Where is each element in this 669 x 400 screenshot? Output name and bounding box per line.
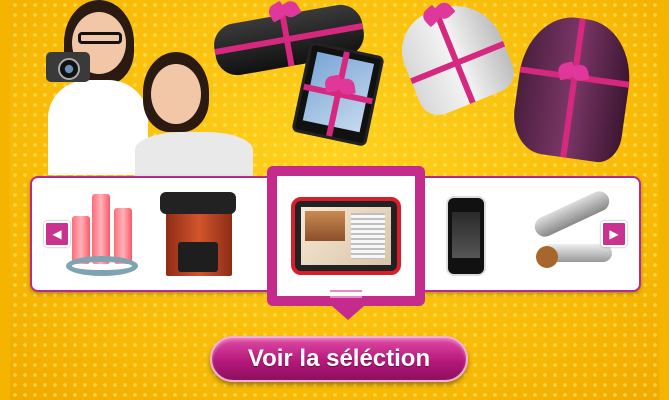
smartphone-image xyxy=(446,196,486,276)
promo-banner: ◀ ▶ Voir la séléction xyxy=(0,0,669,400)
ribbon xyxy=(410,40,506,85)
tablet-screen xyxy=(301,207,391,265)
gift-blender-image xyxy=(389,0,521,122)
camera-icon xyxy=(46,52,90,82)
product-kitchen-tablet-selected[interactable] xyxy=(267,166,425,306)
gift-stand-mixer-image xyxy=(508,11,638,165)
bow-icon xyxy=(557,60,590,86)
selected-product-inner xyxy=(277,176,415,296)
product-carousel: ◀ ▶ xyxy=(30,166,641,320)
side-strip-left xyxy=(0,0,10,400)
machine-top xyxy=(160,192,236,214)
carousel-next-button[interactable]: ▶ xyxy=(601,221,627,247)
candle-shape xyxy=(92,194,110,264)
product-espresso-machine[interactable] xyxy=(160,192,240,280)
selection-grip-icon xyxy=(330,290,362,298)
styler-brush xyxy=(536,246,558,268)
woman-with-camera-image xyxy=(40,0,150,175)
selection-pointer-icon xyxy=(332,306,364,320)
glasses xyxy=(78,32,122,44)
view-selection-button[interactable]: Voir la séléction xyxy=(210,336,468,382)
kitchen-tablet-image xyxy=(291,197,401,275)
bow-icon xyxy=(420,0,456,30)
product-smartphone[interactable] xyxy=(446,192,490,280)
candle-base xyxy=(66,256,138,276)
candle-shape xyxy=(114,208,132,264)
cup-area xyxy=(178,242,218,272)
side-strip-right xyxy=(659,0,669,400)
product-led-candles[interactable] xyxy=(52,192,138,280)
bow-icon xyxy=(267,0,300,25)
shirt xyxy=(135,132,253,177)
ribbon xyxy=(560,18,586,158)
face xyxy=(151,64,201,124)
shirt xyxy=(48,80,148,175)
